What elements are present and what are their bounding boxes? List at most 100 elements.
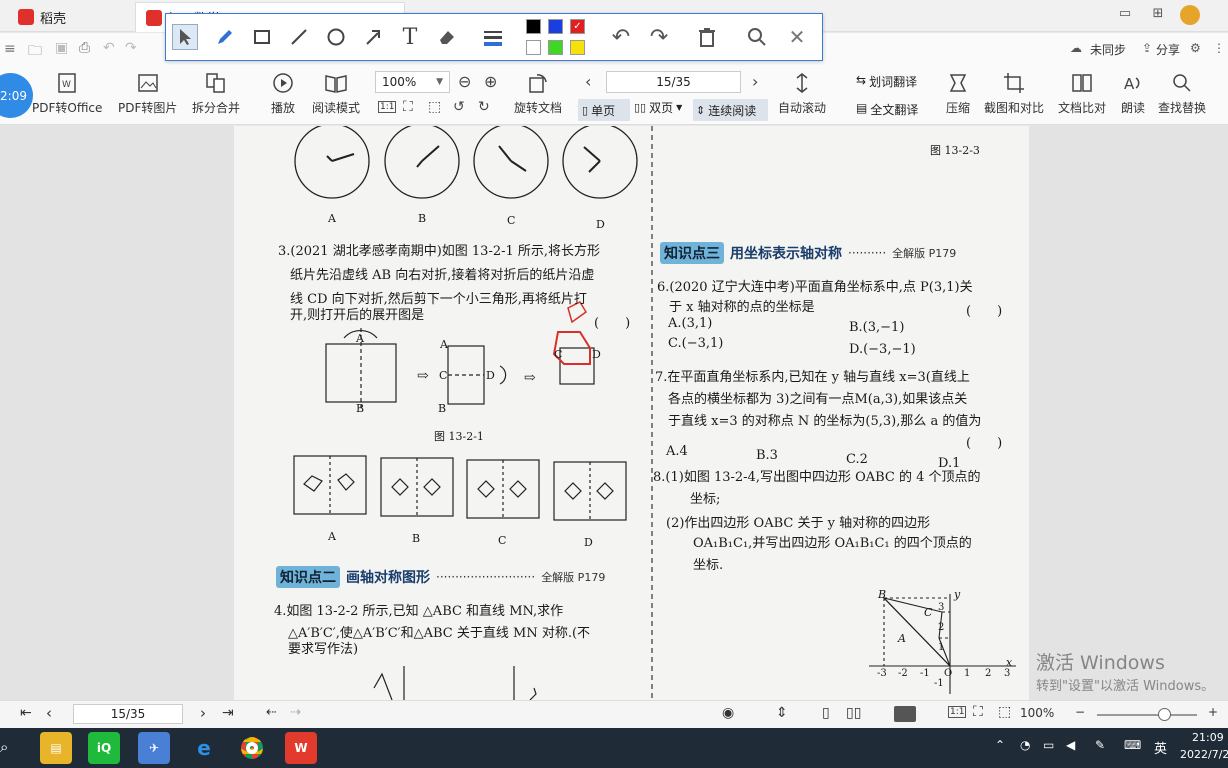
ie-icon[interactable]: e <box>188 732 220 764</box>
pdf-to-image-button[interactable]: PDF转图片 <box>118 71 177 116</box>
undo-icon[interactable]: ↶ <box>608 24 634 50</box>
fit-status-icon[interactable]: ⛶ <box>973 704 983 720</box>
last-page-icon[interactable]: ⇥ <box>222 705 234 721</box>
status-zoom[interactable]: 100% <box>1020 706 1054 720</box>
cloud-icon[interactable]: ☁ <box>1070 41 1082 55</box>
chrome-icon[interactable] <box>236 732 268 764</box>
zoom-select[interactable]: 100% ▼ <box>375 71 450 93</box>
avatar[interactable] <box>1180 5 1200 25</box>
fit-page-icon[interactable]: ⛶ <box>403 99 413 115</box>
double-status-icon[interactable]: ▯▯ <box>846 705 861 721</box>
actual-size-status-icon[interactable]: 1:1 <box>948 706 967 718</box>
color-red-swatch[interactable]: ✓ <box>570 19 585 34</box>
split-merge-button[interactable]: 拆分合并 <box>192 71 240 116</box>
single-page-button[interactable]: ▯ 单页 <box>578 99 630 121</box>
tray-time[interactable]: 21:09 <box>1192 731 1224 744</box>
full-translate-button[interactable]: ▤ 全文翻译 <box>856 101 918 118</box>
rotate-doc-button[interactable]: 旋转文档 <box>514 71 562 116</box>
open-icon[interactable]: 🗀 <box>28 40 42 64</box>
tile-icon[interactable]: ▭ <box>1115 6 1135 24</box>
double-page-button[interactable]: ▯▯ 双页 ▼ <box>634 99 682 116</box>
zoom-in-icon[interactable]: ⊕ <box>484 72 497 91</box>
volume-icon[interactable]: ◀ <box>1066 738 1075 752</box>
fit-width-icon[interactable]: ⬚ <box>428 99 441 115</box>
prev-page-status-icon[interactable]: ‹ <box>46 704 52 722</box>
sync-status[interactable]: 未同步 <box>1090 41 1126 58</box>
eraser-icon[interactable] <box>434 24 460 50</box>
continuous-read-button[interactable]: ⇕ 连续阅读 <box>693 99 768 121</box>
pdf-to-office-button[interactable]: W PDF转Office <box>32 71 102 116</box>
menu-icon[interactable]: ≡ <box>4 41 16 57</box>
color-yellow-swatch[interactable] <box>570 40 585 55</box>
forward-icon[interactable]: ⇢ <box>290 705 301 720</box>
color-black-swatch[interactable] <box>526 19 541 34</box>
tray-chevron-icon[interactable]: ⌃ <box>995 738 1005 752</box>
redo-icon[interactable]: ↷ <box>646 24 672 50</box>
zoom-in-status-icon[interactable]: + <box>1208 705 1218 719</box>
undo-quick-icon[interactable]: ↶ <box>103 40 115 56</box>
zoom-out-status-icon[interactable]: − <box>1075 705 1085 719</box>
read-mode-button[interactable]: 阅读模式 <box>312 71 360 116</box>
screenshot-compare-button[interactable]: 截图和对比 <box>984 71 1044 116</box>
prev-page-icon[interactable]: ‹ <box>585 72 591 91</box>
delete-icon[interactable] <box>694 24 720 50</box>
rotate-right-icon[interactable]: ↻ <box>478 99 490 115</box>
status-page-input[interactable]: 15/35 <box>73 704 183 724</box>
word-translate-button[interactable]: ⇆ 划词翻译 <box>856 73 917 90</box>
share-icon[interactable]: ⇪ <box>1142 41 1152 55</box>
battery-icon[interactable]: ▭ <box>1043 738 1054 752</box>
back-icon[interactable]: ⇠ <box>266 705 277 720</box>
rotate-left-icon[interactable]: ↺ <box>453 99 465 115</box>
redo-quick-icon[interactable]: ↷ <box>125 40 137 56</box>
actual-size-icon[interactable]: 1:1 <box>378 101 397 113</box>
color-green-swatch[interactable] <box>548 40 563 55</box>
tray-date[interactable]: 2022/7/2 <box>1180 748 1228 761</box>
pen-tray-icon[interactable]: ✎ <box>1095 738 1105 752</box>
circle-icon[interactable] <box>323 24 349 50</box>
select-arrow-icon[interactable] <box>172 24 198 50</box>
fit-width-status-icon[interactable]: ⬚ <box>998 704 1011 720</box>
network-icon[interactable]: ◔ <box>1020 738 1030 752</box>
first-page-icon[interactable]: ⇤ <box>20 705 32 721</box>
auto-scroll-button[interactable]: 自动滚动 <box>778 71 826 116</box>
presentation-icon[interactable] <box>894 706 916 722</box>
color-blue-swatch[interactable] <box>548 19 563 34</box>
more-icon[interactable]: ⋮ <box>1213 41 1225 55</box>
line-icon[interactable] <box>286 24 312 50</box>
search-taskbar-icon[interactable]: ⌕ <box>0 738 8 756</box>
document-page[interactable]: ⇨ ⇨ A B C D 3.(2021 湖北孝感孝南期中)如图 13-2-1 所… <box>234 126 1029 700</box>
zoom-slider-handle[interactable] <box>1158 708 1171 721</box>
line-weight-icon[interactable] <box>480 24 506 50</box>
zoom-out-icon[interactable]: ⊖ <box>458 72 471 91</box>
search-icon[interactable] <box>744 24 770 50</box>
arrow-icon[interactable] <box>360 24 386 50</box>
rectangle-icon[interactable] <box>249 24 275 50</box>
bird-app-icon[interactable]: ✈ <box>138 732 170 764</box>
compress-button[interactable]: 压缩 <box>945 71 971 116</box>
share-button[interactable]: 分享 <box>1156 41 1180 58</box>
zoom-slider[interactable] <box>1097 714 1197 716</box>
grid-icon[interactable]: ⊞ <box>1148 6 1168 24</box>
close-icon[interactable]: ✕ <box>784 24 810 50</box>
text-tool-icon[interactable]: T <box>397 24 423 50</box>
pen-icon[interactable] <box>212 24 238 50</box>
read-aloud-button[interactable]: A 朗读 <box>1120 71 1146 116</box>
file-explorer-icon[interactable]: ▤ <box>40 732 72 764</box>
tab-docer[interactable]: 稻壳 <box>8 2 76 32</box>
settings-icon[interactable]: ⚙ <box>1190 41 1201 55</box>
wps-icon[interactable]: W <box>285 732 317 764</box>
save-icon[interactable]: ▣ <box>55 40 68 56</box>
eye-protect-icon[interactable]: ◉ <box>722 705 734 721</box>
iqiyi-icon[interactable]: iQ <box>88 732 120 764</box>
play-button[interactable]: 播放 <box>270 71 296 116</box>
keyboard-icon[interactable]: ⌨ <box>1124 738 1141 752</box>
next-page-icon[interactable]: › <box>752 72 758 91</box>
ime-indicator[interactable]: 英 <box>1154 738 1167 757</box>
page-number-input[interactable]: 15/35 <box>606 71 741 93</box>
print-icon[interactable]: ⎙ <box>79 40 90 56</box>
single-status-icon[interactable]: ▯ <box>822 705 830 721</box>
continuous-status-icon[interactable]: ⇕ <box>776 705 788 721</box>
doc-compare-button[interactable]: 文档比对 <box>1058 71 1106 116</box>
next-page-status-icon[interactable]: › <box>200 704 206 722</box>
color-white-swatch[interactable] <box>526 40 541 55</box>
